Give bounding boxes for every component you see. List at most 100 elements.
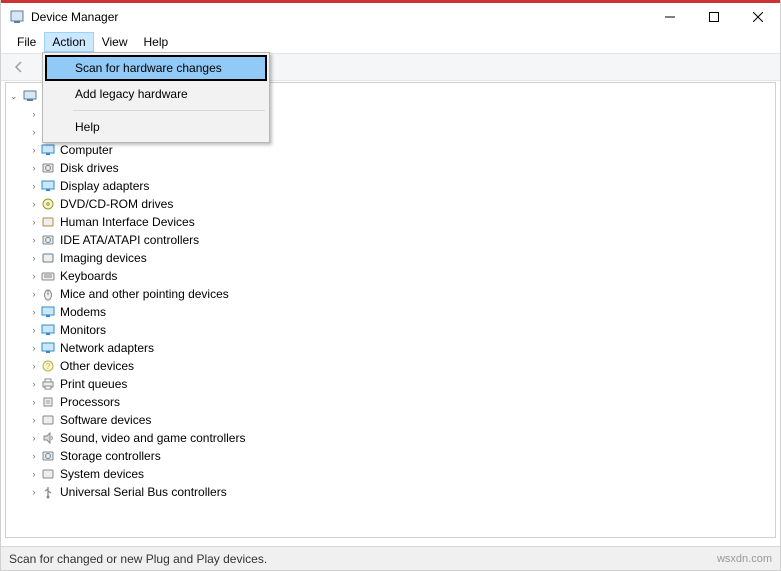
tree-node[interactable]: › Print queues [6,375,775,393]
storage-icon [40,448,56,464]
tree-node[interactable]: › Disk drives [6,159,775,177]
expand-icon[interactable]: › [28,433,40,443]
tree-node[interactable]: › Keyboards [6,267,775,285]
statusbar: Scan for changed or new Plug and Play de… [1,546,780,570]
tree-node-label: Sound, video and game controllers [60,431,245,445]
close-button[interactable] [736,3,780,31]
disk-icon [40,160,56,176]
menu-action[interactable]: Action [44,32,93,52]
software-icon [40,412,56,428]
expand-icon[interactable]: › [28,415,40,425]
other-icon: ? [40,358,56,374]
ide-icon [40,232,56,248]
expand-icon[interactable]: › [28,361,40,371]
action-menu-dropdown: Scan for hardware changes Add legacy har… [42,52,270,143]
expand-icon[interactable]: › [28,379,40,389]
expand-icon[interactable]: › [28,145,40,155]
expand-icon[interactable]: › [28,469,40,479]
modem-icon [40,304,56,320]
tree-node-label: Print queues [60,377,127,391]
expand-icon[interactable]: › [28,217,40,227]
expand-icon[interactable]: › [28,487,40,497]
tree-node-label: Display adapters [60,179,149,193]
menu-item-help[interactable]: Help [45,114,267,140]
statusbar-right: wsxdn.com [717,553,772,565]
expand-icon[interactable]: › [28,343,40,353]
tree-node-label: System devices [60,467,144,481]
menu-view[interactable]: View [94,32,136,52]
tree-node[interactable]: › Computer [6,141,775,159]
tree-node[interactable]: › IDE ATA/ATAPI controllers [6,231,775,249]
tree-node-label: Computer [60,143,113,157]
tree-node[interactable]: › Display adapters [6,177,775,195]
tree-node[interactable]: › DVD/CD-ROM drives [6,195,775,213]
expand-icon[interactable]: › [28,181,40,191]
menu-item-add-legacy[interactable]: Add legacy hardware [45,81,267,107]
menu-help[interactable]: Help [136,32,177,52]
tree-node[interactable]: › Processors [6,393,775,411]
titlebar: Device Manager [1,3,780,31]
expand-icon[interactable]: › [28,127,40,137]
tree-node-label: Storage controllers [60,449,161,463]
mouse-icon [40,286,56,302]
window-title: Device Manager [31,10,118,24]
expand-icon[interactable]: › [28,235,40,245]
tree-node[interactable]: ›? Other devices [6,357,775,375]
expand-icon[interactable]: › [28,163,40,173]
app-icon [9,9,25,25]
computer-root-icon [22,88,38,104]
expand-icon[interactable]: › [28,307,40,317]
tree-node-label: Other devices [60,359,134,373]
tree-node[interactable]: › Software devices [6,411,775,429]
tree-node-label: Keyboards [60,269,117,283]
tree-node-label: Software devices [60,413,151,427]
minimize-button[interactable] [648,3,692,31]
collapse-icon[interactable]: ⌄ [10,91,22,102]
expand-icon[interactable]: › [28,253,40,263]
tree-node-label: Monitors [60,323,106,337]
expand-icon[interactable]: › [28,199,40,209]
expand-icon[interactable]: › [28,109,40,119]
menu-file[interactable]: File [9,32,44,52]
tree-node[interactable]: › Modems [6,303,775,321]
tree-node-label: Modems [60,305,106,319]
expand-icon[interactable]: › [28,271,40,281]
usb-icon [40,484,56,500]
tree-node-label: IDE ATA/ATAPI controllers [60,233,199,247]
statusbar-text: Scan for changed or new Plug and Play de… [9,552,267,566]
expand-icon[interactable]: › [28,325,40,335]
device-tree[interactable]: ⌄ ››Bluetooth›Computer›Disk drives›Displ… [5,82,776,538]
svg-text:?: ? [46,362,51,371]
menu-item-scan-hardware[interactable]: Scan for hardware changes [45,55,267,81]
tree-node[interactable]: › System devices [6,465,775,483]
expand-icon[interactable]: › [28,289,40,299]
tree-node[interactable]: ›Imaging devices [6,249,775,267]
tree-node-label: DVD/CD-ROM drives [60,197,173,211]
tree-node[interactable]: › Human Interface Devices [6,213,775,231]
tree-node[interactable]: › Mice and other pointing devices [6,285,775,303]
tree-node[interactable]: › Monitors [6,321,775,339]
dvd-icon [40,196,56,212]
expand-icon[interactable]: › [28,397,40,407]
expand-icon[interactable]: › [28,451,40,461]
tree-node-label: Disk drives [60,161,119,175]
maximize-button[interactable] [692,3,736,31]
tree-node[interactable]: › Universal Serial Bus controllers [6,483,775,501]
monitor-icon [40,322,56,338]
window-controls [648,3,780,31]
menu-separator [73,110,265,111]
display-icon [40,178,56,194]
menubar: File Action View Help [1,31,780,53]
tree-node-label: Human Interface Devices [60,215,195,229]
tree-node-label: Universal Serial Bus controllers [60,485,227,499]
system-icon [40,466,56,482]
back-button[interactable] [7,56,31,78]
tree-node[interactable]: ›Network adapters [6,339,775,357]
keyboard-icon [40,268,56,284]
tree-node-label: Mice and other pointing devices [60,287,229,301]
computer-icon [40,142,56,158]
hid-icon [40,214,56,230]
tree-node[interactable]: › Sound, video and game controllers [6,429,775,447]
tree-node[interactable]: › Storage controllers [6,447,775,465]
tree-node-label: Processors [60,395,120,409]
